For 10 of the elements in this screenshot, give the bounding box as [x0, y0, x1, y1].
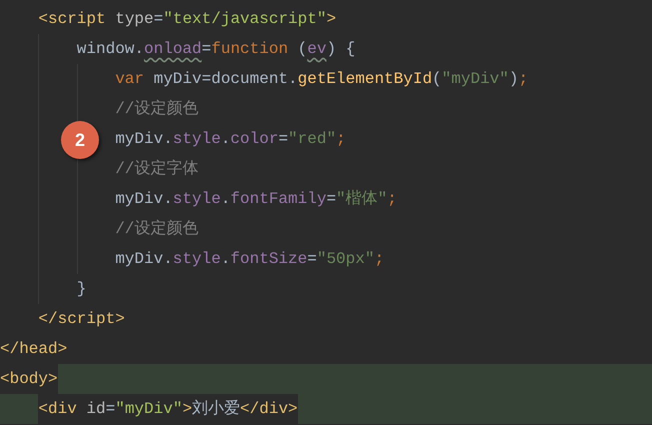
code-line: myDiv.style.fontSize="50px";: [0, 244, 652, 274]
code-line: window.onload=function (ev) {: [0, 34, 652, 64]
code-line: //设定颜色: [0, 94, 652, 124]
code-line: </script>: [0, 304, 652, 334]
code-line: </head>: [0, 334, 652, 364]
code-line: //设定颜色: [0, 214, 652, 244]
code-line: }: [0, 274, 652, 304]
step-badge: 2: [61, 121, 99, 159]
code-line: myDiv.style.fontFamily="楷体";: [0, 184, 652, 214]
code-line: <script type="text/javascript">: [0, 4, 652, 34]
